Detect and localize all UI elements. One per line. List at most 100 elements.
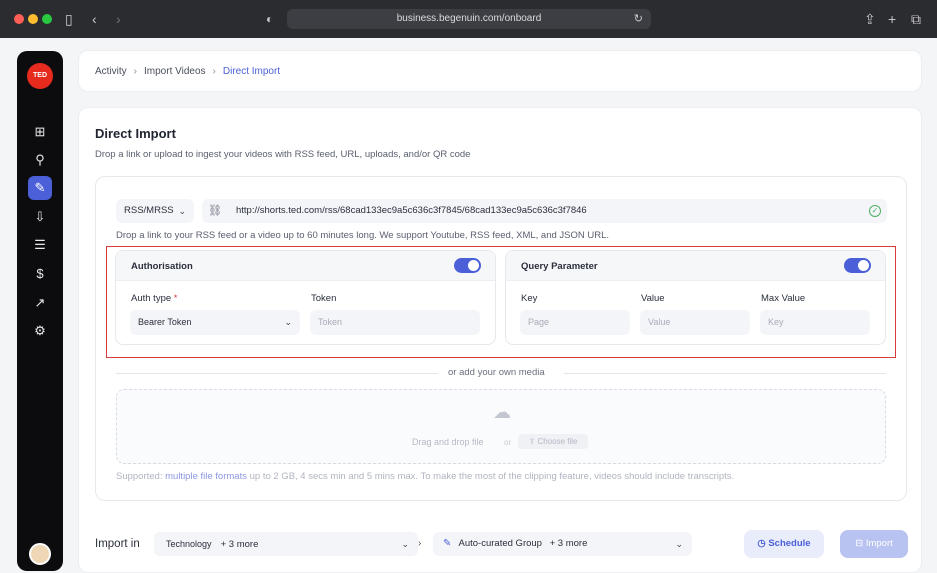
breadcrumb: Activity › Import Videos › Direct Import xyxy=(95,66,280,77)
reload-icon[interactable]: ↻ xyxy=(634,9,643,29)
magic-wand-icon: ✎ xyxy=(443,538,452,549)
schedule-label: Schedule xyxy=(768,538,811,549)
address-bar[interactable]: business.begenuin.com/onboard ↻ xyxy=(287,9,651,29)
chevron-right-icon: › xyxy=(133,66,138,77)
authorisation-toggle[interactable] xyxy=(454,258,481,273)
file-dropzone[interactable]: ☁ Drag and drop file or ⇪ Choose file xyxy=(116,389,886,464)
group-value: Auto-curated Group xyxy=(458,538,542,549)
chevron-down-icon: ⌄ xyxy=(675,539,683,549)
supported-prefix: Supported: xyxy=(116,471,166,482)
key-input[interactable]: Page xyxy=(520,310,630,335)
auth-type-value: Bearer Token xyxy=(138,317,192,327)
dropzone-text: Drag and drop file xyxy=(412,437,484,447)
avatar[interactable] xyxy=(29,543,51,565)
token-label: Token xyxy=(311,293,337,304)
grid-icon[interactable]: ⊞ xyxy=(28,120,52,144)
tabs-overview-icon[interactable]: ⧉ xyxy=(911,10,921,28)
page: TED ⊞ ⚲ ✎ ⇩ ☰ $ ↗ ⚙ Activity › Import Vide… xyxy=(0,38,937,573)
supported-suffix: up to 2 GB, 4 secs min and 5 mins max. T… xyxy=(246,471,735,482)
new-tab-icon[interactable]: + xyxy=(888,10,896,28)
import-icon[interactable]: ⇩ xyxy=(28,205,52,229)
value-label: Value xyxy=(641,293,665,304)
sidebar: TED ⊞ ⚲ ✎ ⇩ ☰ $ ↗ ⚙ xyxy=(17,51,63,571)
back-icon[interactable]: ‹ xyxy=(92,10,97,28)
token-input[interactable]: Token xyxy=(310,310,480,335)
url-input[interactable]: ⛓ http://shorts.ted.com/rss/68cad133ec9a… xyxy=(202,199,887,223)
divider-text: or add your own media xyxy=(448,367,545,378)
query-parameter-toggle[interactable] xyxy=(844,258,871,273)
settings-icon[interactable]: ⚙ xyxy=(28,319,52,343)
query-parameter-header: Query Parameter xyxy=(506,251,885,281)
chevron-down-icon: ⌄ xyxy=(284,317,292,327)
choose-file-label: Choose file xyxy=(537,437,578,446)
auth-type-select[interactable]: Bearer Token ⌄ xyxy=(130,310,300,335)
file-formats-link[interactable]: multiple file formats xyxy=(165,471,247,482)
network-icon[interactable]: ⚲ xyxy=(28,148,52,172)
sidebar-toggle-icon[interactable]: ▯ xyxy=(65,10,73,28)
choose-file-button[interactable]: ⇪ Choose file xyxy=(518,434,588,449)
max-value-input[interactable]: Key xyxy=(760,310,870,335)
key-label: Key xyxy=(521,293,538,304)
clock-icon: ◷ xyxy=(757,538,766,549)
auth-type-label-text: Auth type xyxy=(131,293,172,304)
analytics-icon[interactable]: ↗ xyxy=(28,291,52,315)
category-value: Technology xyxy=(166,539,212,549)
chevron-right-icon: › xyxy=(212,66,216,77)
breadcrumb-direct-import: Direct Import xyxy=(222,66,281,77)
chevron-down-icon: ⌄ xyxy=(178,206,186,216)
query-parameter-title: Query Parameter xyxy=(521,261,598,272)
page-subtitle: Drop a link or upload to ingest your vid… xyxy=(95,149,471,160)
chevron-down-icon: ⌄ xyxy=(401,539,409,549)
group-more: + 3 more xyxy=(549,538,588,549)
direct-import-card: Direct Import Drop a link or upload to i… xyxy=(78,107,922,573)
toggle-knob xyxy=(468,260,479,271)
category-select[interactable]: Technology + 3 more ⌄ xyxy=(154,532,418,556)
check-circle-icon: ✓ xyxy=(869,205,881,217)
authorisation-panel: Authorisation Auth type * Bearer Token ⌄… xyxy=(115,250,496,345)
address-url: business.begenuin.com/onboard xyxy=(396,13,542,24)
category-more: + 3 more xyxy=(220,539,259,550)
import-label: Import xyxy=(865,538,893,549)
share-icon[interactable]: ⇪ xyxy=(864,10,876,28)
cloud-upload-icon: ☁ xyxy=(493,402,511,422)
dropzone-or: or xyxy=(504,438,512,447)
dollar-icon[interactable]: $ xyxy=(28,262,52,286)
import-in-label: Import in xyxy=(95,538,140,550)
toggle-knob xyxy=(858,260,869,271)
import-form: RSS/MRSS ⌄ ⛓ http://shorts.ted.com/rss/6… xyxy=(95,176,907,501)
url-value: http://shorts.ted.com/rss/68cad133ec9a5c… xyxy=(236,205,587,216)
authorisation-title: Authorisation xyxy=(131,261,193,272)
max-value-label: Max Value xyxy=(761,293,806,304)
url-help-text: Drop a link to your RSS feed or a video … xyxy=(116,230,610,241)
browser-toolbar: ▯ ‹ › ◐ business.begenuin.com/onboard ↻ … xyxy=(0,0,937,38)
media-divider: or add your own media xyxy=(116,367,886,379)
close-window-button[interactable] xyxy=(14,14,24,24)
forward-icon[interactable]: › xyxy=(116,10,121,28)
minimize-window-button[interactable] xyxy=(28,14,38,24)
shield-icon[interactable]: ◐ xyxy=(266,10,273,28)
import-button[interactable]: ⊟ Import xyxy=(840,530,908,558)
breadcrumb-activity[interactable]: Activity xyxy=(95,66,127,77)
highlighted-options: Authorisation Auth type * Bearer Token ⌄… xyxy=(106,246,896,358)
source-type-select[interactable]: RSS/MRSS ⌄ xyxy=(116,199,194,223)
auth-type-label: Auth type * xyxy=(131,293,177,304)
required-mark: * xyxy=(173,293,178,304)
group-select[interactable]: ✎ Auto-curated Group + 3 more ⌄ xyxy=(433,532,692,556)
checklist-icon[interactable]: ☰ xyxy=(28,233,52,257)
value-input[interactable]: Value xyxy=(640,310,750,335)
schedule-button[interactable]: ◷ Schedule xyxy=(744,530,824,558)
source-type-value: RSS/MRSS xyxy=(124,205,174,216)
magic-wand-icon[interactable]: ✎ xyxy=(28,176,52,200)
chevron-right-icon: › xyxy=(418,538,422,549)
page-title: Direct Import xyxy=(95,126,176,141)
divider-line xyxy=(564,373,886,374)
breadcrumb-import-videos[interactable]: Import Videos xyxy=(144,66,206,77)
authorisation-header: Authorisation xyxy=(116,251,495,281)
divider-line xyxy=(116,373,438,374)
upload-icon: ⇪ xyxy=(528,437,536,446)
import-box-icon: ⊟ xyxy=(855,538,864,549)
ted-logo[interactable]: TED xyxy=(27,63,53,89)
maximize-window-button[interactable] xyxy=(42,14,52,24)
query-parameter-panel: Query Parameter Key Page Value Value Max… xyxy=(505,250,886,345)
breadcrumb-bar: Activity › Import Videos › Direct Import xyxy=(78,50,922,92)
